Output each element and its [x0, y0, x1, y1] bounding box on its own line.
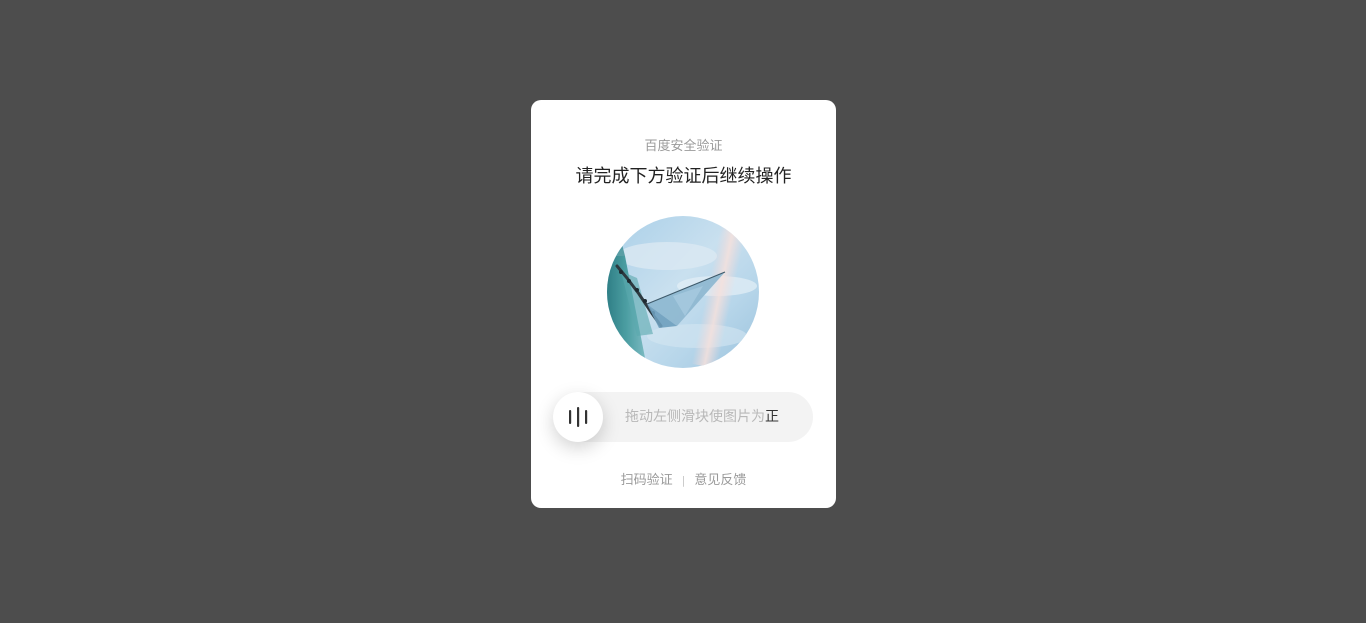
footer-separator: |: [681, 474, 686, 487]
verification-dialog: 百度安全验证 请完成下方验证后继续操作 拖动左侧滑块使图片为正 扫码验证 | 意…: [531, 100, 836, 508]
feedback-link[interactable]: 意见反馈: [694, 473, 746, 488]
rotate-puzzle-image: [607, 216, 759, 368]
slider-hint-emphasis: 正: [765, 409, 779, 425]
sailboat-photo: [607, 216, 759, 368]
slider-hint-text: 拖动左侧滑块使图片为: [625, 409, 765, 425]
slider-track[interactable]: 拖动左侧滑块使图片为正: [553, 392, 813, 442]
slider-hint: 拖动左侧滑块使图片为正: [625, 392, 779, 442]
dialog-footer: 扫码验证 | 意见反馈: [531, 472, 836, 490]
slider-handle[interactable]: [553, 392, 603, 442]
grip-bars-icon: [569, 407, 588, 427]
dialog-title: 请完成下方验证后继续操作: [575, 166, 792, 187]
brand-label: 百度安全验证: [644, 139, 723, 154]
scan-verify-link[interactable]: 扫码验证: [621, 473, 673, 488]
